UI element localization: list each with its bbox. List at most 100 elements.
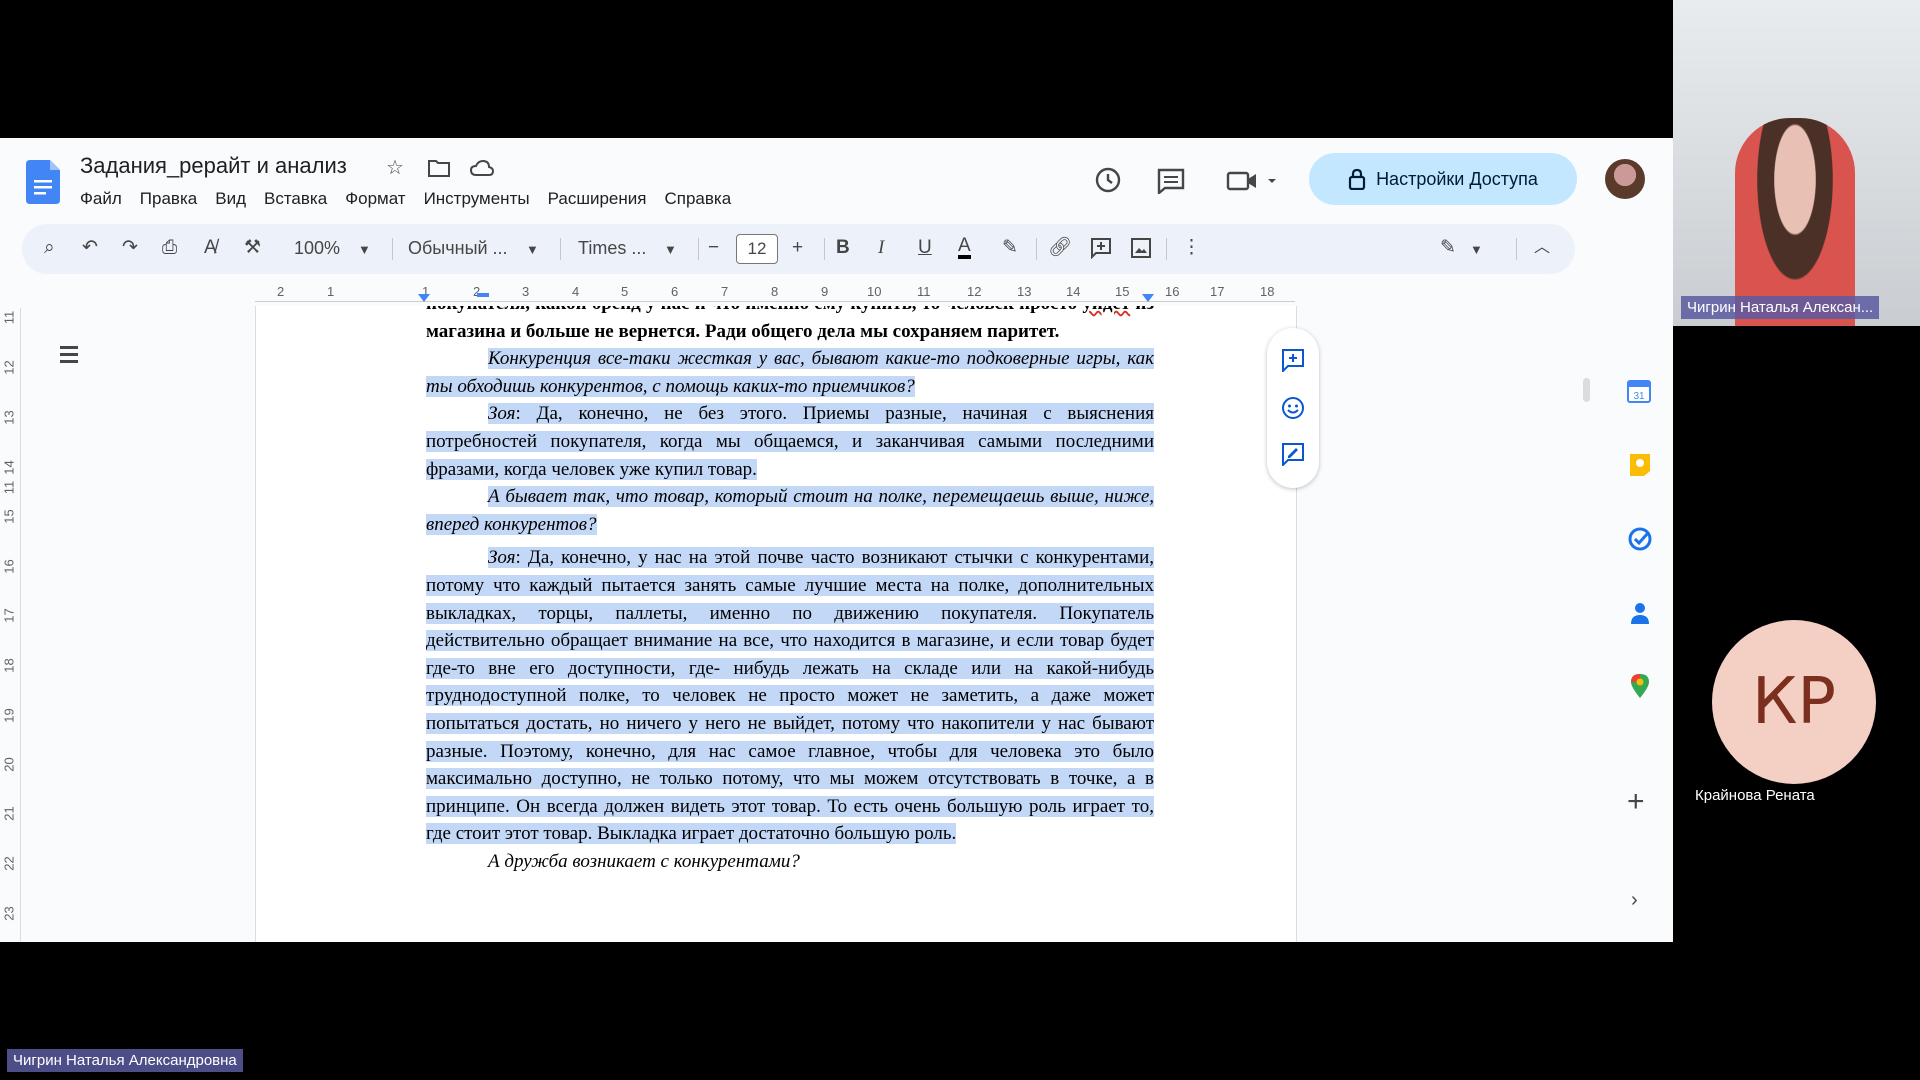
document-body[interactable]: покупателя, какой бренд у нас и что имен…: [426, 306, 1154, 875]
style-select[interactable]: Обычный ...: [408, 238, 508, 259]
highlight-icon[interactable]: ✎: [1002, 237, 1018, 259]
decrease-font-size-button[interactable]: −: [708, 237, 719, 259]
paragraph-text: А дружба возникает с конкурентами?: [488, 850, 800, 872]
menu-bar: Файл Правка Вид Вставка Формат Инструмен…: [80, 189, 749, 209]
ruler-number: 18: [1, 658, 17, 673]
ruler-number: 17: [1, 608, 17, 623]
history-icon[interactable]: [1093, 166, 1121, 194]
move-folder-icon[interactable]: [428, 158, 450, 178]
scrollbar-thumb[interactable]: [1583, 378, 1590, 402]
bold-button[interactable]: B: [836, 237, 850, 259]
menu-insert[interactable]: Вставка: [264, 189, 327, 209]
side-panel: 31 + ›: [1605, 215, 1665, 942]
text-color-button[interactable]: A: [958, 236, 971, 259]
image-icon[interactable]: [1130, 237, 1152, 259]
star-icon[interactable]: ☆: [386, 158, 404, 178]
ruler-number: 14: [1066, 284, 1081, 299]
misspelled-word[interactable]: уйдёт: [1082, 306, 1130, 314]
paragraph-line: покупателя, какой бренд у нас и что имен…: [426, 306, 1077, 314]
chevron-down-icon[interactable]: ▼: [358, 239, 371, 261]
cloud-icon[interactable]: [470, 160, 494, 176]
calendar-icon[interactable]: 31: [1627, 379, 1651, 403]
ruler-number: 5: [621, 284, 629, 299]
ruler-number: 1: [327, 284, 335, 299]
suggest-edit-icon[interactable]: [1281, 442, 1305, 466]
underline-button[interactable]: U: [918, 237, 932, 259]
redo-icon[interactable]: ↷: [122, 237, 138, 259]
ruler-number: 8: [771, 284, 779, 299]
more-icon[interactable]: ⋮: [1182, 237, 1201, 259]
maps-icon[interactable]: [1630, 673, 1650, 699]
print-icon[interactable]: ⎙: [162, 237, 177, 259]
paint-format-icon[interactable]: ⚒: [244, 237, 261, 259]
floating-actions: [1267, 328, 1319, 488]
font-select[interactable]: Times ...: [578, 238, 646, 259]
menu-tools[interactable]: Инструменты: [424, 189, 530, 209]
lock-icon: [1348, 168, 1366, 190]
link-icon[interactable]: 🔗︎: [1048, 237, 1072, 259]
toolbar-divider: [1166, 238, 1167, 260]
avatar[interactable]: [1605, 159, 1645, 199]
menu-help[interactable]: Справка: [664, 189, 731, 209]
search-icon[interactable]: ⌕: [44, 237, 55, 259]
share-button[interactable]: Настройки Доступа: [1309, 153, 1577, 205]
menu-edit[interactable]: Правка: [140, 189, 197, 209]
ruler-number: 15: [1115, 284, 1130, 299]
presenter-name-tag: Чигрин Наталья Алексан...: [1681, 296, 1880, 319]
horizontal-ruler[interactable]: 2 1 1 2 3 4 5 6 7 8 9 10 11 12 13 14 15 …: [255, 284, 1295, 306]
question-paragraph: А бывает так, что товар, который стоит н…: [426, 483, 1154, 538]
ruler-line: [255, 301, 1295, 302]
plus-icon[interactable]: +: [1627, 785, 1645, 819]
ruler-number: 2: [277, 284, 285, 299]
tasks-icon[interactable]: [1628, 527, 1652, 551]
menu-file[interactable]: Файл: [80, 189, 122, 209]
chevron-down-icon[interactable]: ▼: [1470, 239, 1483, 261]
menu-view[interactable]: Вид: [215, 189, 246, 209]
ruler-number: 9: [821, 284, 829, 299]
toolbar-divider: [560, 238, 561, 260]
selected-text: : Да, конечно, у нас на этой почве часто…: [426, 547, 1154, 845]
menu-extensions[interactable]: Расширения: [548, 189, 647, 209]
undo-icon[interactable]: ↶: [82, 237, 98, 259]
participant-avatar[interactable]: КР: [1712, 620, 1876, 784]
add-comment-icon[interactable]: [1090, 237, 1112, 259]
font-size-input[interactable]: 12: [736, 234, 778, 264]
italic-button[interactable]: I: [878, 237, 884, 259]
presenter-video-tile[interactable]: Чигрин Наталья Алексан...: [1673, 0, 1920, 326]
vertical-ruler-numbers: 11 12 13 14 15 16 17 18 19 20 21 22 23: [0, 308, 20, 938]
keep-icon[interactable]: [1629, 453, 1651, 477]
edit-mode-icon[interactable]: ✎: [1440, 237, 1456, 259]
comments-icon[interactable]: [1157, 168, 1185, 194]
ruler-number: 13: [1, 410, 17, 425]
share-button-label: Настройки Доступа: [1376, 168, 1538, 189]
doc-title[interactable]: Задания_рерайт и анализ: [80, 153, 347, 179]
outline-icon[interactable]: [54, 342, 78, 367]
chevron-down-icon[interactable]: ▼: [526, 239, 539, 261]
chevron-right-icon[interactable]: ›: [1631, 889, 1638, 912]
emoji-icon[interactable]: [1281, 396, 1305, 420]
ruler-number: 22: [1, 856, 17, 871]
first-line-indent-marker[interactable]: [477, 293, 489, 297]
ruler-number: 20: [1, 757, 17, 772]
zoom-select[interactable]: 100%: [294, 238, 340, 259]
toolbar-divider: [1516, 238, 1517, 260]
increase-font-size-button[interactable]: +: [792, 237, 803, 259]
spellcheck-icon[interactable]: A̸: [204, 237, 217, 259]
answer-paragraph: Зоя: Да, конечно, не без этого. Приемы р…: [426, 400, 1154, 483]
document-page[interactable]: покупателя, какой бренд у нас и что имен…: [255, 306, 1297, 942]
left-indent-marker[interactable]: [418, 294, 430, 304]
paragraph: покупателя, какой бренд у нас и что имен…: [426, 306, 1154, 345]
add-comment-icon[interactable]: [1281, 348, 1305, 372]
ruler-number: 16: [1165, 284, 1180, 299]
ruler-number: 3: [522, 284, 530, 299]
toolbar-divider: [392, 238, 393, 260]
docs-logo[interactable]: [26, 160, 60, 204]
ruler-number: 12: [967, 284, 982, 299]
right-indent-marker[interactable]: [1142, 294, 1154, 304]
menu-format[interactable]: Формат: [345, 189, 405, 209]
meet-icon[interactable]: [1226, 169, 1276, 193]
collapse-icon[interactable]: ︿: [1534, 237, 1550, 259]
contacts-icon[interactable]: [1630, 601, 1650, 625]
chevron-down-icon[interactable]: ▼: [664, 239, 677, 261]
ruler-number: 12: [1, 360, 17, 375]
